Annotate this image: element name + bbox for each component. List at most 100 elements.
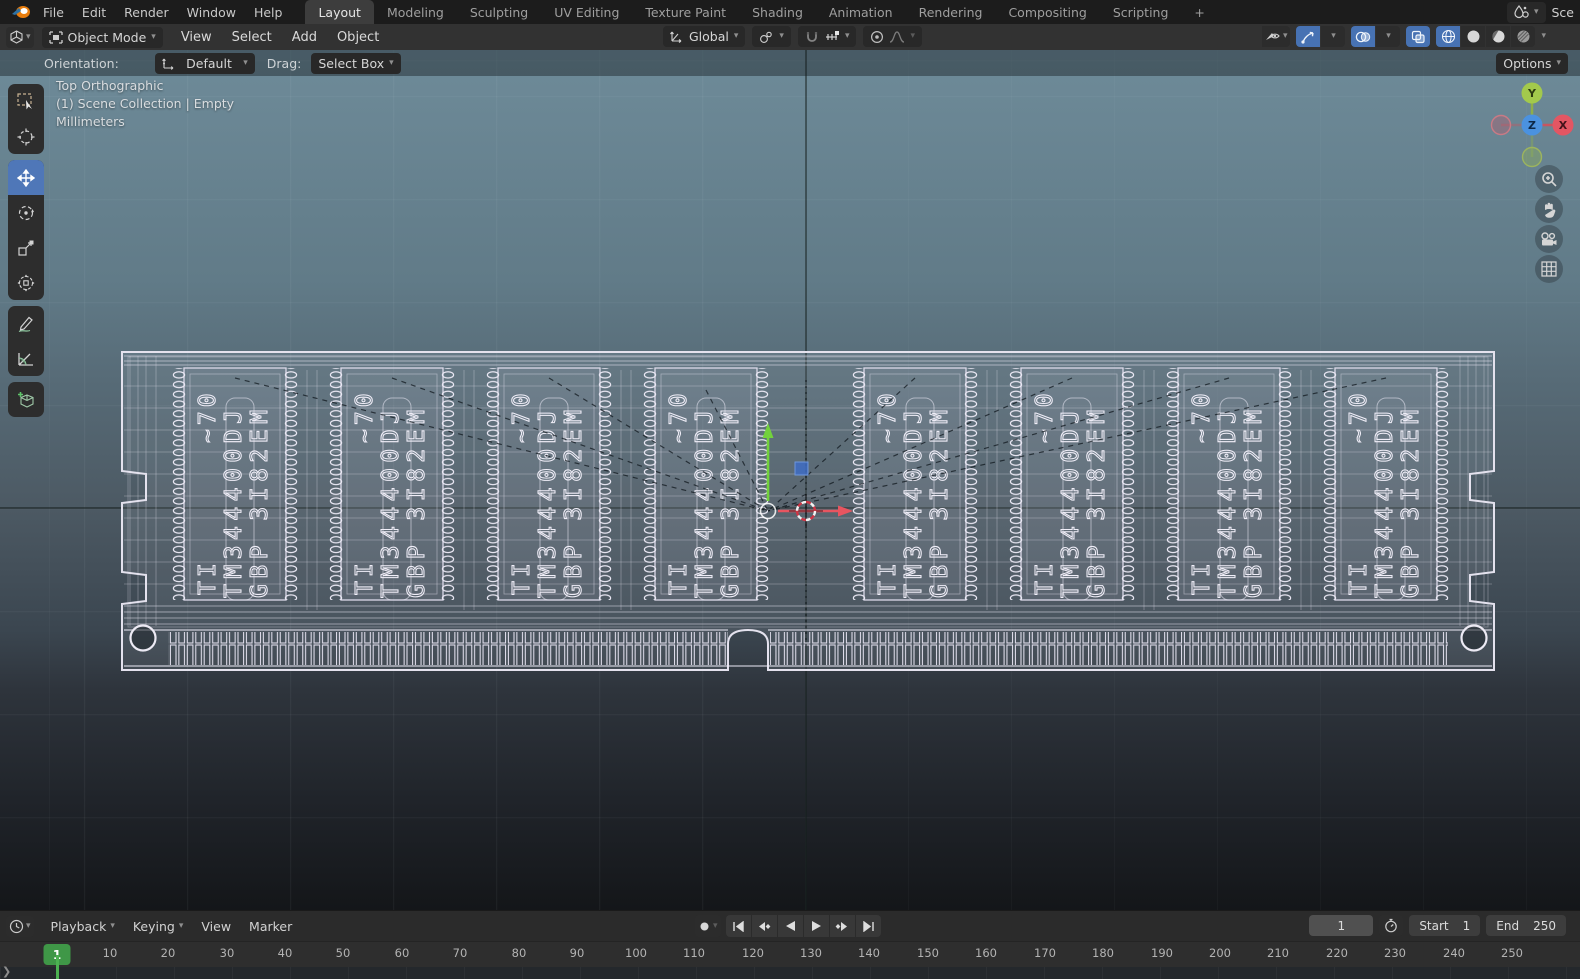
scene-datablock-button[interactable]: ▾ — [1507, 2, 1546, 23]
xray-icon — [1411, 30, 1426, 44]
shading-material-button[interactable] — [1486, 26, 1510, 47]
show-object-types-dropdown[interactable]: ▾ — [1262, 26, 1291, 47]
axis-neg-y-ball[interactable] — [1523, 148, 1542, 167]
material-preview-icon — [1491, 29, 1506, 44]
scale-tool-icon — [17, 239, 35, 257]
tab-animation[interactable]: Animation — [816, 0, 906, 24]
tool-select-box[interactable] — [8, 84, 44, 119]
overlays-dropdown[interactable]: ▾ — [1376, 26, 1400, 47]
overlays-toggle[interactable] — [1351, 26, 1375, 47]
tool-transform[interactable] — [8, 265, 44, 300]
timeline-editor-type-button[interactable]: ▾ — [6, 916, 34, 937]
shading-dropdown[interactable]: ▾ — [1541, 32, 1546, 41]
menu-window[interactable]: Window — [178, 0, 245, 24]
auto-keying-button[interactable]: ▾ — [695, 915, 721, 937]
tool-scale[interactable] — [8, 230, 44, 265]
menu-select[interactable]: Select — [222, 24, 282, 50]
scene-name-label[interactable]: Sce — [1546, 5, 1580, 20]
ruler-tick: 90 — [570, 946, 585, 960]
tab-sculpting[interactable]: Sculpting — [457, 0, 541, 24]
editor-type-button[interactable]: ▾ — [6, 27, 34, 48]
pivot-icon — [759, 30, 774, 44]
tab-shading[interactable]: Shading — [739, 0, 816, 24]
menu-add[interactable]: Add — [282, 24, 327, 50]
use-preview-range-button[interactable] — [1379, 915, 1403, 936]
channels-expand-chevron[interactable]: ❯ — [2, 965, 11, 978]
gizmo-plane-handle[interactable] — [795, 462, 808, 475]
ruler-tick: 80 — [512, 946, 527, 960]
menu-render[interactable]: Render — [115, 0, 178, 24]
menu-object[interactable]: Object — [327, 24, 389, 50]
tab-compositing[interactable]: Compositing — [995, 0, 1099, 24]
memory-chip — [1322, 368, 1450, 600]
tab-texture-paint[interactable]: Texture Paint — [632, 0, 739, 24]
tool-move[interactable] — [8, 160, 44, 195]
menu-file[interactable]: File — [34, 0, 73, 24]
zoom-button[interactable] — [1535, 165, 1563, 193]
ruler-tick: 200 — [1209, 946, 1231, 960]
tab-uv-editing[interactable]: UV Editing — [541, 0, 632, 24]
menu-marker[interactable]: Marker — [240, 919, 301, 934]
tab-layout[interactable]: Layout — [305, 0, 374, 24]
menu-view[interactable]: View — [171, 24, 222, 50]
proportional-editing-controls[interactable]: ▾ — [863, 26, 922, 47]
navigation-gizmo[interactable]: Y X Z — [1486, 75, 1578, 175]
viewport-toolbar — [8, 84, 44, 423]
timeline-ruler[interactable]: 10 20 30 40 50 60 70 80 90 100 110 120 1… — [0, 941, 1580, 967]
memory-chip — [171, 368, 299, 600]
menu-edit[interactable]: Edit — [73, 0, 115, 24]
camera-view-button[interactable] — [1535, 225, 1563, 253]
tab-scripting[interactable]: Scripting — [1100, 0, 1182, 24]
start-frame-field[interactable]: Start 1 — [1409, 915, 1480, 936]
mounting-hole-left — [131, 626, 156, 651]
tab-modeling[interactable]: Modeling — [374, 0, 457, 24]
playhead-line[interactable] — [56, 955, 59, 979]
mode-dropdown[interactable]: Object Mode ▾ — [42, 27, 163, 48]
units-label: Millimeters — [56, 113, 234, 131]
current-frame-field[interactable]: 1 — [1309, 915, 1373, 936]
drag-value: Select Box — [318, 56, 384, 71]
viewport-3d[interactable]: TI ~70 TM344400DJ GBP 3I82EM — [0, 50, 1580, 910]
gizmos-toggle[interactable] — [1296, 26, 1320, 47]
svg-text:X: X — [1559, 119, 1568, 132]
jump-to-start-button[interactable] — [726, 915, 751, 937]
tool-orientation-dropdown[interactable]: Default ▾ — [155, 53, 255, 74]
menu-help[interactable]: Help — [245, 0, 292, 24]
menu-keying[interactable]: Keying▾ — [124, 919, 193, 934]
axis-neg-x-ball[interactable] — [1492, 116, 1511, 135]
tool-measure[interactable] — [8, 341, 44, 376]
gizmos-dropdown[interactable]: ▾ — [1321, 26, 1345, 47]
toggle-ortho-button[interactable] — [1535, 255, 1563, 283]
xray-toggle[interactable] — [1406, 26, 1430, 47]
tab-add-workspace[interactable]: + — [1181, 0, 1217, 24]
drag-dropdown[interactable]: Select Box ▾ — [311, 53, 400, 74]
menu-playback[interactable]: Playback▾ — [42, 919, 124, 934]
active-object-label: (1) Scene Collection | Empty — [56, 95, 234, 113]
play-button[interactable] — [804, 915, 829, 937]
transform-orientation-dropdown[interactable]: Global ▾ — [663, 26, 745, 47]
shading-solid-button[interactable] — [1461, 26, 1485, 47]
next-keyframe-button[interactable] — [830, 915, 855, 937]
tool-rotate[interactable] — [8, 195, 44, 230]
options-dropdown[interactable]: Options ▾ — [1496, 53, 1568, 74]
tool-add-cube[interactable] — [8, 382, 44, 417]
snap-controls[interactable]: ▾ — [798, 26, 857, 47]
shading-rendered-button[interactable] — [1511, 26, 1535, 47]
timeline-channels-area[interactable] — [0, 967, 1580, 979]
pan-hand-button[interactable] — [1535, 195, 1563, 223]
prev-keyframe-button[interactable] — [752, 915, 777, 937]
options-label: Options — [1503, 56, 1551, 71]
drag-label: Drag: — [267, 56, 302, 71]
tool-cursor[interactable] — [8, 119, 44, 154]
blender-logo-icon[interactable] — [8, 3, 34, 21]
shading-wireframe-button[interactable] — [1436, 26, 1460, 47]
tab-rendering[interactable]: Rendering — [906, 0, 996, 24]
jump-to-end-button[interactable] — [856, 915, 881, 937]
menu-tl-view[interactable]: View — [192, 919, 240, 934]
mode-label: Object Mode — [68, 30, 147, 45]
end-frame-field[interactable]: End 250 — [1486, 915, 1566, 936]
play-reverse-button[interactable] — [778, 915, 803, 937]
pivot-point-dropdown[interactable]: ▾ — [752, 26, 791, 47]
tool-annotate[interactable] — [8, 306, 44, 341]
chevron-down-icon: ▾ — [734, 32, 739, 41]
